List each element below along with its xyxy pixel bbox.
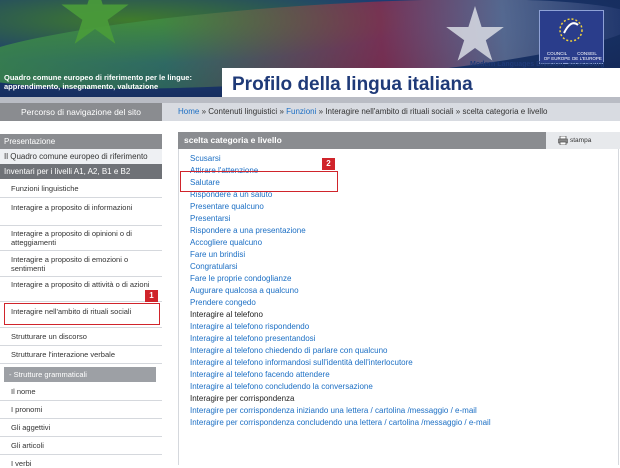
breadcrumb-text: Contenuti linguistici <box>208 107 278 116</box>
function-link[interactable]: Augurare qualcosa a qualcuno <box>190 286 299 296</box>
divider <box>0 276 162 277</box>
function-category: Interagire per corrispondenza <box>190 394 295 403</box>
divider <box>0 400 162 401</box>
function-link[interactable]: Presentarsi <box>190 214 230 224</box>
annotation-badge-1: 1 <box>145 290 158 302</box>
tagline-line-2: apprendimento, insegnamento, valutazione <box>4 82 159 91</box>
sidebar-item-emozioni[interactable]: Interagire a proposito di emozioni o sen… <box>11 255 163 273</box>
coe-en-label: COUNCIL OF EUROPE <box>542 51 572 61</box>
sidebar-item-articoli[interactable]: Gli articoli <box>11 441 163 450</box>
annotation-badge-2: 2 <box>322 158 335 170</box>
breadcrumb: Home » Contenuti linguistici » Funzioni … <box>178 103 547 121</box>
print-label: stampa <box>570 137 592 144</box>
divider <box>0 301 162 302</box>
function-link[interactable]: Interagire al telefono informandosi sull… <box>190 358 413 368</box>
sidebar: Presentazione Il Quadro comune europeo d… <box>0 130 163 468</box>
sidebar-item-nome[interactable]: Il nome <box>11 387 163 396</box>
sidebar-item-attivita[interactable]: Interagire a proposito di attività o di … <box>11 280 163 289</box>
sidebar-item-pronomi[interactable]: I pronomi <box>11 405 163 414</box>
function-link[interactable]: Interagire al telefono presentandosi <box>190 334 315 344</box>
breadcrumb-link[interactable]: Home <box>178 107 199 116</box>
site-header: Quadro comune europeo di riferimento per… <box>0 0 620 97</box>
panel-heading: scelta categoria e livello <box>178 132 546 149</box>
council-of-europe-logo[interactable]: COUNCIL OF EUROPE CONSEIL DE L'EUROPE <box>539 10 604 64</box>
division-label: Modern Languages Division, Strasbourg <box>470 61 605 68</box>
star-decoration-icon <box>446 6 504 61</box>
function-link[interactable]: Fare un brindisi <box>190 250 245 260</box>
function-link[interactable]: Interagire al telefono concludendo la co… <box>190 382 373 392</box>
sidebar-strutture-grammaticali[interactable]: - Strutture grammaticali <box>4 367 156 382</box>
nav-label: Percorso di navigazione del sito <box>0 103 162 121</box>
printer-icon <box>558 136 568 145</box>
divider <box>0 436 162 437</box>
function-link[interactable]: Congratularsi <box>190 262 238 272</box>
function-link[interactable]: Presentare qualcuno <box>190 202 264 212</box>
sidebar-quadro[interactable]: Il Quadro comune europeo di riferimento <box>0 149 162 164</box>
function-link[interactable]: Prendere congedo <box>190 298 256 308</box>
sidebar-item-discorso[interactable]: Strutturare un discorso <box>11 332 163 341</box>
sidebar-item-informazioni[interactable]: Interagire a proposito di informazioni <box>11 203 163 212</box>
divider <box>0 418 162 419</box>
function-link[interactable]: Interagire per corrispondenza iniziando … <box>190 406 477 416</box>
coe-fr-label: CONSEIL DE L'EUROPE <box>572 51 602 61</box>
divider <box>0 454 162 455</box>
function-link[interactable]: Interagire al telefono rispondendo <box>190 322 309 332</box>
sidebar-item-interazione[interactable]: Strutturare l'interazione verbale <box>11 350 163 359</box>
divider <box>0 363 162 364</box>
breadcrumb-separator: » <box>455 107 461 116</box>
function-link[interactable]: Rispondere a una presentazione <box>190 226 306 236</box>
divider <box>0 225 162 226</box>
sidebar-presentazione[interactable]: Presentazione <box>0 134 162 149</box>
breadcrumb-separator: » <box>318 107 324 116</box>
sidebar-inventari[interactable]: Inventari per i livelli A1, A2, B1 e B2 <box>0 164 162 179</box>
print-button[interactable]: stampa <box>546 132 620 149</box>
page-title: Profilo della lingua italiana <box>232 74 473 95</box>
sidebar-item-verbi[interactable]: I verbi <box>11 459 163 468</box>
divider <box>0 197 162 198</box>
divider <box>0 345 162 346</box>
breadcrumb-text: scelta categoria e livello <box>462 107 548 116</box>
function-link[interactable]: Fare le proprie condoglianze <box>190 274 291 284</box>
tagline-line-1: Quadro comune europeo di riferimento per… <box>4 73 192 82</box>
breadcrumb-separator: » <box>279 107 284 116</box>
function-link[interactable]: Interagire al telefono chiedendo di parl… <box>190 346 387 356</box>
function-link[interactable]: Scusarsi <box>190 154 221 164</box>
sidebar-item-funzioni[interactable]: Funzioni linguistiche <box>11 184 163 193</box>
breadcrumb-link[interactable]: Funzioni <box>286 107 316 116</box>
breadcrumb-separator: » <box>201 107 207 116</box>
star-decoration-icon <box>61 0 129 44</box>
function-link[interactable]: Interagire al telefono facendo attendere <box>190 370 330 380</box>
divider <box>0 327 162 328</box>
divider <box>0 250 162 251</box>
highlight-box-sidebar <box>4 303 160 325</box>
function-link[interactable]: Interagire per corrispondenza concludend… <box>190 418 491 428</box>
breadcrumb-text: Interagire nell'ambito di rituali social… <box>325 107 454 116</box>
highlight-box-salutare <box>180 171 338 192</box>
function-link[interactable]: Accogliere qualcuno <box>190 238 262 248</box>
coe-emblem-icon <box>559 18 583 42</box>
sidebar-item-aggettivi[interactable]: Gli aggettivi <box>11 423 163 432</box>
sidebar-item-opinioni[interactable]: Interagire a proposito di opinioni o di … <box>11 229 163 247</box>
function-category: Interagire al telefono <box>190 310 263 319</box>
